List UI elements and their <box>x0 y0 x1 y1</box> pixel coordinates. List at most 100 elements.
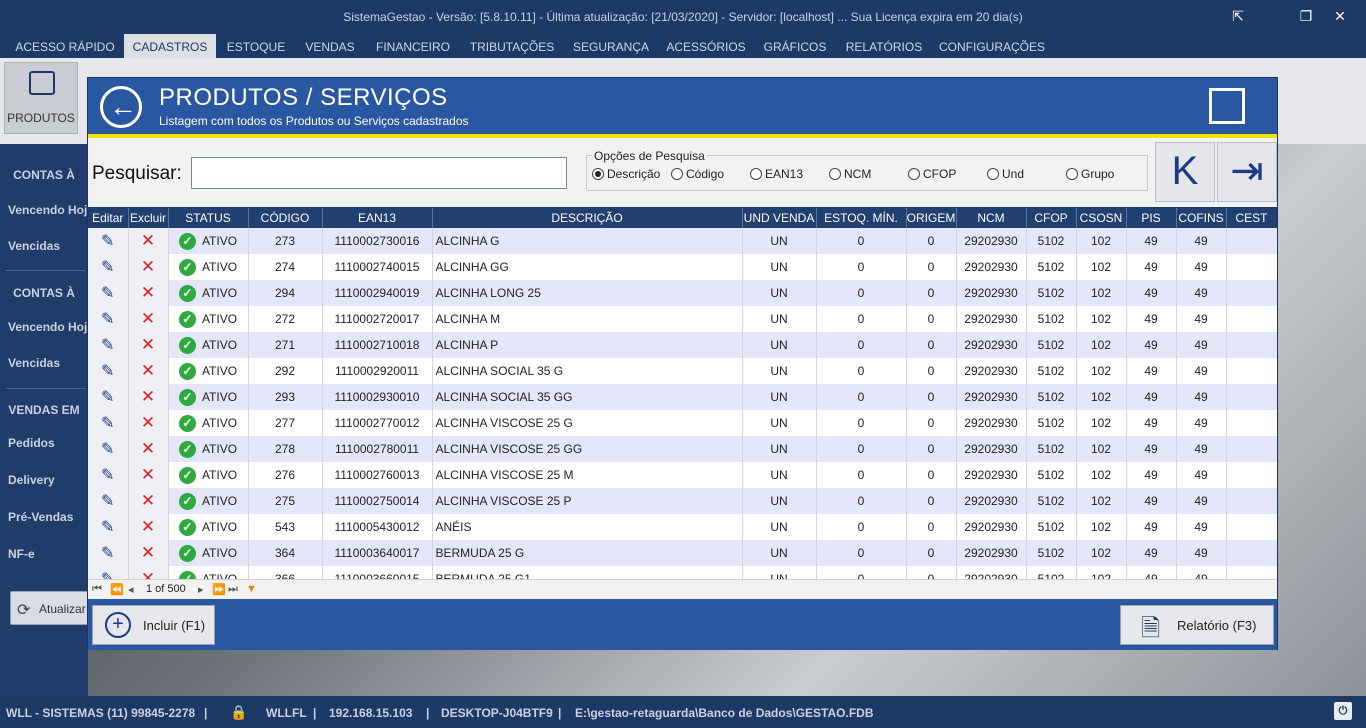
edit-cell[interactable]: ✎ <box>88 384 129 410</box>
pencil-icon[interactable]: ✎ <box>101 285 114 302</box>
pencil-icon[interactable]: ✎ <box>101 571 114 579</box>
pager-first-icon[interactable]: ⏮ <box>92 583 102 596</box>
sidebar-item-vencidas-2[interactable]: Vencidas <box>8 356 60 370</box>
table-row[interactable]: ✎ ✕ ✓ ATIVO 276 1110002760013 ALCINHA VISCOSE … <box>88 462 1277 488</box>
delete-x-icon[interactable]: ✕ <box>141 257 155 276</box>
edit-cell[interactable]: ✎ <box>88 306 129 332</box>
pencil-icon[interactable]: ✎ <box>101 519 114 536</box>
menu-tributacoes[interactable]: TRIBUTAÇÕES <box>462 34 562 58</box>
menu-configuracoes[interactable]: CONFIGURAÇÕES <box>934 34 1050 58</box>
col-status[interactable]: STATUS <box>168 208 249 228</box>
edit-cell[interactable]: ✎ <box>88 462 129 488</box>
edit-cell[interactable]: ✎ <box>88 280 129 306</box>
edit-cell[interactable]: ✎ <box>88 254 129 280</box>
col-origem[interactable]: ORIGEM <box>906 208 957 228</box>
menu-graficos[interactable]: GRÁFICOS <box>756 34 834 58</box>
edit-cell[interactable]: ✎ <box>88 358 129 384</box>
col-cest[interactable]: CEST <box>1226 208 1277 228</box>
delete-x-icon[interactable]: ✕ <box>141 439 155 458</box>
pencil-icon[interactable]: ✎ <box>101 363 114 380</box>
radio-grupo[interactable]: Grupo <box>1066 167 1114 181</box>
pencil-icon[interactable]: ✎ <box>101 389 114 406</box>
delete-x-icon[interactable]: ✕ <box>141 413 155 432</box>
table-row[interactable]: ✎ ✕ ✓ ATIVO 271 1110002710018 ALCINHA P UN 0 0 292… <box>88 332 1277 358</box>
pencil-icon[interactable]: ✎ <box>101 467 114 484</box>
delete-x-icon[interactable]: ✕ <box>141 309 155 328</box>
delete-cell[interactable]: ✕ <box>128 332 169 358</box>
col-codigo[interactable]: CÓDIGO <box>248 208 323 228</box>
delete-cell[interactable]: ✕ <box>128 280 169 306</box>
search-input[interactable] <box>191 157 567 189</box>
pager-next-icon[interactable]: ▸ <box>198 583 204 596</box>
pager-next-page-icon[interactable]: ⏩ <box>212 583 226 596</box>
menu-estoque[interactable]: ESTOQUE <box>220 34 292 58</box>
table-row[interactable]: ✎ ✕ ✓ ATIVO 278 1110002780011 ALCINHA VISCOSE … <box>88 436 1277 462</box>
col-excluir[interactable]: Excluir <box>128 208 169 228</box>
maximize-icon[interactable]: ❐ <box>1296 8 1316 24</box>
pencil-icon[interactable]: ✎ <box>101 415 114 432</box>
col-estoq-min[interactable]: ESTOQ. MÍN. <box>816 208 907 228</box>
table-row[interactable]: ✎ ✕ ✓ ATIVO 272 1110002720017 ALCINHA M UN 0 0 292… <box>88 306 1277 332</box>
pencil-icon[interactable]: ✎ <box>101 233 114 250</box>
radio-codigo[interactable]: Código <box>671 167 724 181</box>
pencil-icon[interactable]: ✎ <box>101 493 114 510</box>
radio-ean13[interactable]: EAN13 <box>750 167 803 181</box>
col-ncm[interactable]: NCM <box>956 208 1027 228</box>
pencil-icon[interactable]: ✎ <box>101 545 114 562</box>
delete-x-icon[interactable]: ✕ <box>141 491 155 510</box>
sidebar-item-vencendo-hoje-2[interactable]: Vencendo Hoje <box>8 320 94 334</box>
delete-cell[interactable]: ✕ <box>128 514 169 540</box>
sidebar-item-vencidas-1[interactable]: Vencidas <box>8 239 60 253</box>
col-descricao[interactable]: DESCRIÇÃO <box>432 208 743 228</box>
back-button[interactable]: ← <box>100 86 142 128</box>
menu-cadastros[interactable]: CADASTROS <box>124 34 216 58</box>
sidebar-item-pedidos[interactable]: Pedidos <box>8 436 55 450</box>
menu-seguranca[interactable]: SEGURANÇA <box>566 34 656 58</box>
edit-cell[interactable]: ✎ <box>88 540 129 566</box>
edit-cell[interactable]: ✎ <box>88 410 129 436</box>
filter-icon[interactable]: ▼ <box>246 583 257 595</box>
sidebar-item-pre-vendas[interactable]: Pré-Vendas <box>8 510 73 524</box>
delete-x-icon[interactable]: ✕ <box>141 361 155 380</box>
col-cofins[interactable]: COFINS <box>1176 208 1227 228</box>
pencil-icon[interactable]: ✎ <box>101 441 114 458</box>
table-row[interactable]: ✎ ✕ ✓ ATIVO 293 1110002930010 ALCINHA SOCIAL 3… <box>88 384 1277 410</box>
include-button[interactable]: + Incluir (F1) <box>92 605 215 645</box>
col-und-venda[interactable]: UND VENDA <box>742 208 817 228</box>
menu-acesso-rapido[interactable]: ACESSO RÁPIDO <box>10 34 120 58</box>
pager-prev-page-icon[interactable]: ⏪ <box>110 583 124 596</box>
delete-cell[interactable]: ✕ <box>128 488 169 514</box>
refresh-button[interactable]: ⟳ Atualizar <box>10 591 90 625</box>
restore-icon[interactable]: ⇱ <box>1228 8 1248 24</box>
col-csosn[interactable]: CSOSN <box>1076 208 1127 228</box>
delete-cell[interactable]: ✕ <box>128 540 169 566</box>
menu-vendas[interactable]: VENDAS <box>296 34 364 58</box>
close-icon[interactable]: ✕ <box>1330 8 1350 24</box>
edit-cell[interactable]: ✎ <box>88 514 129 540</box>
delete-cell[interactable]: ✕ <box>128 384 169 410</box>
col-editar[interactable]: Editar <box>88 208 129 228</box>
delete-x-icon[interactable]: ✕ <box>141 465 155 484</box>
table-row[interactable]: ✎ ✕ ✓ ATIVO 294 1110002940019 ALCINHA LONG 25 U… <box>88 280 1277 306</box>
menu-relatorios[interactable]: RELATÓRIOS <box>838 34 930 58</box>
edit-cell[interactable]: ✎ <box>88 566 129 579</box>
radio-descricao[interactable]: Descrição <box>592 167 660 181</box>
pencil-icon[interactable]: ✎ <box>101 259 114 276</box>
menu-financeiro[interactable]: FINANCEIRO <box>368 34 458 58</box>
pager-prev-icon[interactable]: ◂ <box>128 583 134 596</box>
col-pis[interactable]: PIS <box>1126 208 1177 228</box>
report-button[interactable]: 🗎 Relatório (F3) <box>1120 605 1274 645</box>
maximize-dialog-button[interactable] <box>1209 88 1245 124</box>
delete-x-icon[interactable]: ✕ <box>141 387 155 406</box>
table-row[interactable]: ✎ ✕ ✓ ATIVO 543 1110005430012 ANÉIS UN 0 0 2920293… <box>88 514 1277 540</box>
edit-cell[interactable]: ✎ <box>88 488 129 514</box>
radio-cfop[interactable]: CFOP <box>908 167 956 181</box>
delete-cell[interactable]: ✕ <box>128 228 169 254</box>
delete-x-icon[interactable]: ✕ <box>141 569 155 579</box>
radio-und[interactable]: Und <box>987 167 1024 181</box>
sidebar-item-delivery[interactable]: Delivery <box>8 473 55 487</box>
delete-cell[interactable]: ✕ <box>128 566 169 579</box>
pencil-icon[interactable]: ✎ <box>101 337 114 354</box>
table-row[interactable]: ✎✕✓ATIVO3661110003660015BERMUDA 25 G1UN0… <box>88 566 1277 579</box>
delete-cell[interactable]: ✕ <box>128 436 169 462</box>
